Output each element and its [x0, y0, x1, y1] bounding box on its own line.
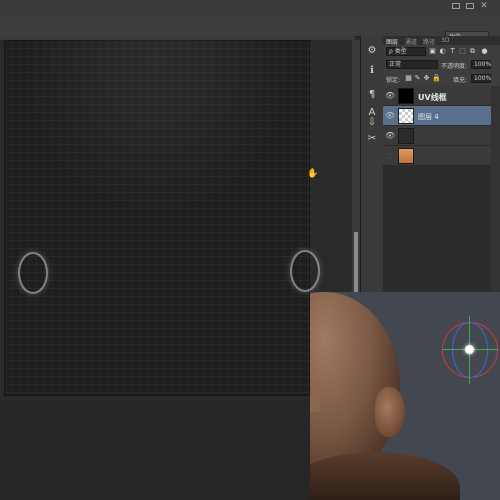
tab-channels[interactable]: 通道 [405, 37, 417, 46]
layers-panel: 图层 通道 路径 3D ρ 类型 ▣ ◐ T ⬚ ⧉ ● 正常 不透明度: 10… [383, 36, 500, 292]
layer-list: 👁 UV线框 👁 图层 4 👁 □ [383, 86, 500, 292]
opacity-input[interactable]: 100% [471, 60, 491, 69]
3d-ear [375, 387, 405, 437]
panel-tool-strip: ⚙ ℹ ¶ A ⇩ ✂ [360, 36, 384, 292]
visibility-hidden-icon[interactable]: □ [385, 151, 394, 160]
panel-tabs: 图层 通道 路径 3D [383, 36, 500, 46]
3d-axis-gizmo[interactable] [442, 316, 498, 384]
layer-row-3[interactable]: 👁 [383, 126, 491, 146]
lock-row: 锁定: ▦ ✎ ✥ 🔒 填充: 100% [383, 73, 500, 84]
uv-ear-right [290, 250, 320, 292]
lock-transparent-icon[interactable]: ▦ [405, 75, 412, 82]
layer-row-uv-wireframe[interactable]: 👁 UV线框 [383, 86, 491, 106]
tab-paths[interactable]: 路径 [423, 37, 435, 46]
lock-all-icon[interactable]: 🔒 [432, 75, 441, 82]
download-icon[interactable]: ⇩ [365, 116, 379, 130]
3d-neck-shoulder [310, 452, 460, 500]
layer-row-4[interactable]: □ [383, 146, 491, 166]
fill-label: 填充: [453, 77, 468, 84]
tab-layers[interactable]: 图层 [386, 37, 398, 46]
options-bar: 功能 ▾ [0, 14, 500, 42]
close-icon[interactable]: ✕ [479, 1, 489, 12]
lock-move-icon[interactable]: ✥ [423, 75, 430, 82]
opacity-label: 不透明度: [441, 63, 468, 70]
blend-mode-select[interactable]: 正常 [386, 60, 438, 69]
scrollbar-thumb[interactable] [354, 232, 358, 292]
uv-document-canvas[interactable]: ✋ [4, 40, 320, 396]
filter-toggle-icon[interactable]: ● [481, 48, 488, 55]
layer-row-layer4[interactable]: 👁 图层 4 [383, 106, 491, 126]
layer-list-scrollbar[interactable] [491, 86, 500, 292]
adjust-icon[interactable]: ⚙ [365, 44, 379, 58]
layer-thumbnail [398, 128, 414, 144]
tab-3d[interactable]: 3D [441, 37, 449, 44]
gizmo-center[interactable] [465, 345, 474, 354]
filter-text-icon[interactable]: T [449, 48, 456, 55]
filter-pixel-icon[interactable]: ▣ [429, 48, 436, 55]
info-icon[interactable]: ℹ [365, 64, 379, 78]
blend-row: 正常 不透明度: 100% [383, 59, 500, 70]
visibility-eye-icon[interactable]: 👁 [385, 111, 395, 120]
lock-paint-icon[interactable]: ✎ [414, 75, 421, 82]
layer-thumbnail [398, 148, 414, 164]
layer-thumbnail [398, 88, 414, 104]
uv-ear-left [18, 252, 48, 294]
filter-adjust-icon[interactable]: ◐ [439, 48, 446, 55]
fill-input[interactable]: 100% [471, 74, 491, 83]
visibility-eye-icon[interactable]: 👁 [385, 131, 395, 140]
layer-name: 图层 4 [418, 113, 439, 121]
filter-smart-icon[interactable]: ⧉ [469, 48, 476, 55]
3d-viewport[interactable] [310, 292, 500, 500]
paragraph-icon[interactable]: ¶ [365, 88, 379, 102]
cursor-hand-icon: ✋ [307, 169, 319, 179]
restore-icon[interactable] [466, 3, 474, 9]
lock-label: 锁定: [386, 77, 401, 84]
visibility-eye-icon[interactable]: 👁 [385, 91, 395, 100]
scissors-icon[interactable]: ✂ [365, 132, 379, 146]
title-bar: ✕ [0, 0, 500, 15]
layer-name: UV线框 [418, 93, 447, 102]
filter-shape-icon[interactable]: ⬚ [459, 48, 466, 55]
filter-kind-select[interactable]: ρ 类型 [386, 47, 426, 56]
uv-face-shading [4, 40, 310, 236]
minimize-icon[interactable] [452, 3, 460, 9]
3d-eye-area [310, 390, 320, 412]
layer-thumbnail [398, 108, 414, 124]
filter-row: ρ 类型 ▣ ◐ T ⬚ ⧉ ● [383, 46, 500, 57]
